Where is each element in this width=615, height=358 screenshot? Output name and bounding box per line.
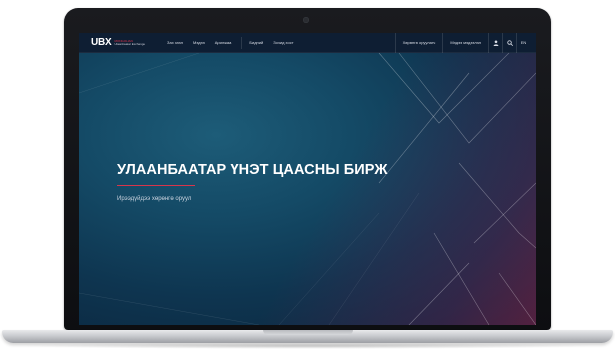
- hero-accent-line: [117, 185, 195, 186]
- logo-mark: UBX: [91, 37, 112, 48]
- logo-subtext: MONGOLIAN Ulaanbaatar Exchange: [114, 38, 146, 46]
- hero-subtitle: Ирээдүйдээ хөрөнгө оруул: [117, 196, 192, 202]
- nav-item-trading[interactable]: Арилжаа: [215, 40, 232, 45]
- nav-divider: [241, 36, 243, 49]
- screen-glow: [79, 33, 536, 325]
- laptop-screen: UBX MONGOLIAN Ulaanbaatar Exchange Зах з…: [79, 33, 536, 325]
- laptop-lid: UBX MONGOLIAN Ulaanbaatar Exchange Зах з…: [64, 8, 551, 330]
- nav-item-market[interactable]: Зах зээл: [167, 40, 183, 45]
- language-label: EN: [520, 40, 527, 45]
- nav-item-about[interactable]: Бидний: [249, 40, 263, 45]
- nav-item-news[interactable]: Мэдээ: [193, 40, 205, 45]
- laptop-shadow: [20, 343, 595, 349]
- user-icon[interactable]: [488, 33, 502, 53]
- nav-item-investor[interactable]: Хөрөнгө оруулагч: [394, 33, 443, 53]
- laptop-base: [2, 330, 613, 343]
- decorative-lines: [79, 52, 536, 325]
- top-navbar: UBX MONGOLIAN Ulaanbaatar Exchange Зах з…: [79, 33, 536, 53]
- laptop-notch: [263, 330, 353, 335]
- ubx-logo[interactable]: UBX MONGOLIAN Ulaanbaatar Exchange: [91, 37, 145, 48]
- hero-title: УЛААНБААТАР ҮНЭТ ЦААСНЫ БИРЖ: [117, 162, 388, 178]
- nav-item-information[interactable]: Мэдээ мэдээлэл: [442, 33, 488, 53]
- laptop-mockup: UBX MONGOLIAN Ulaanbaatar Exchange Зах з…: [0, 0, 615, 358]
- webcam: [303, 17, 309, 23]
- nav-item-guests[interactable]: Зочид хост: [273, 40, 293, 45]
- search-icon[interactable]: [502, 33, 516, 53]
- language-toggle[interactable]: EN: [516, 33, 530, 53]
